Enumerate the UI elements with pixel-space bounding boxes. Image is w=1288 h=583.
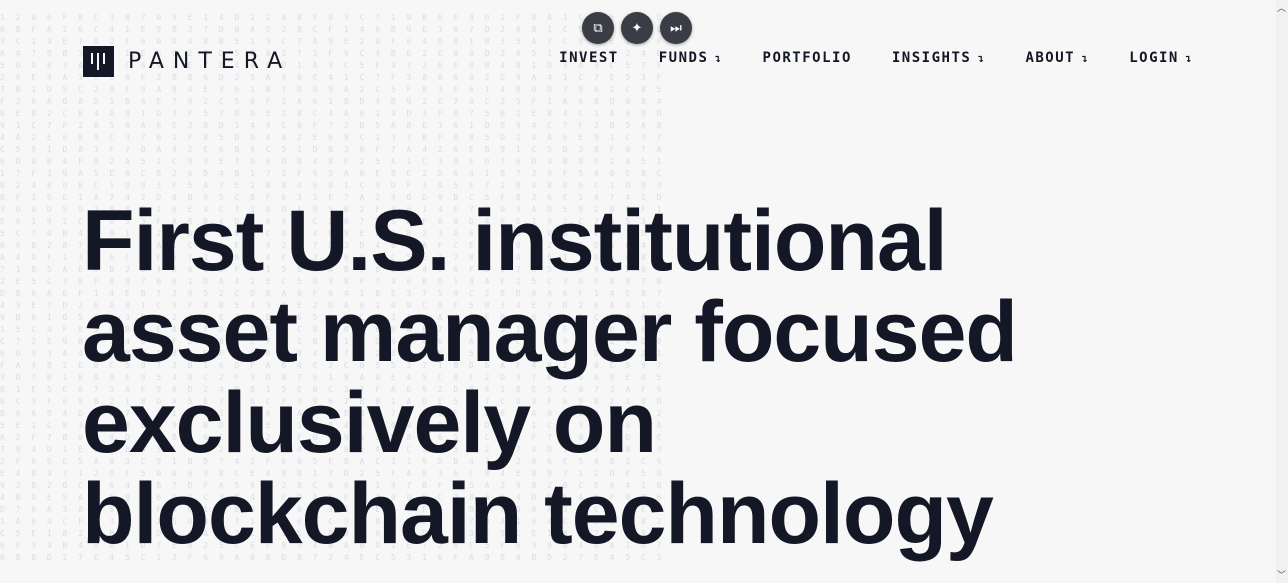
nav-item-insights[interactable]: INSIGHTS ↴ xyxy=(892,50,986,66)
nav-item-login[interactable]: LOGIN ↴ xyxy=(1129,50,1193,66)
nav-label: LOGIN xyxy=(1129,50,1179,66)
dropdown-arrow-icon: ↴ xyxy=(1081,51,1090,65)
nav-item-invest[interactable]: INVEST xyxy=(559,50,619,66)
nav-label: INVEST xyxy=(559,50,619,66)
nav-label: ABOUT xyxy=(1025,50,1076,66)
nav-item-about[interactable]: ABOUT ↴ xyxy=(1025,50,1089,66)
skip-forward-icon[interactable]: ⏭ xyxy=(660,12,692,44)
site-header: PANTERA INVEST FUNDS ↴ PORTFOLIO INSIGHT… xyxy=(83,44,1193,78)
copy-icon[interactable]: ⧉ xyxy=(582,12,614,44)
nav-label: FUNDS xyxy=(658,50,709,66)
scroll-down-icon[interactable]: ﹀ xyxy=(1277,568,1286,581)
dropdown-arrow-icon: ↴ xyxy=(977,51,986,65)
logo-icon xyxy=(83,45,114,77)
nav-label: INSIGHTS xyxy=(891,50,972,66)
brand-logo[interactable]: PANTERA xyxy=(83,45,292,77)
dropdown-arrow-icon: ↴ xyxy=(714,51,723,65)
main-nav: INVEST FUNDS ↴ PORTFOLIO INSIGHTS ↴ ABOU… xyxy=(559,50,1193,66)
dropdown-arrow-icon: ↴ xyxy=(1184,51,1193,65)
scroll-up-icon[interactable]: ︿ xyxy=(1277,1,1286,14)
sparkle-icon[interactable]: ✦ xyxy=(621,12,653,44)
brand-name: PANTERA xyxy=(128,48,292,74)
nav-label: PORTFOLIO xyxy=(762,50,852,66)
nav-item-funds[interactable]: FUNDS ↴ xyxy=(659,50,723,66)
hero-headline: First U.S. institutional asset manager f… xyxy=(82,193,1018,562)
floating-toolbar: ⧉ ✦ ⏭ xyxy=(582,12,692,44)
nav-item-portfolio[interactable]: PORTFOLIO xyxy=(763,50,852,66)
page-scrollbar[interactable]: ︿ ﹀ xyxy=(1276,0,1288,583)
